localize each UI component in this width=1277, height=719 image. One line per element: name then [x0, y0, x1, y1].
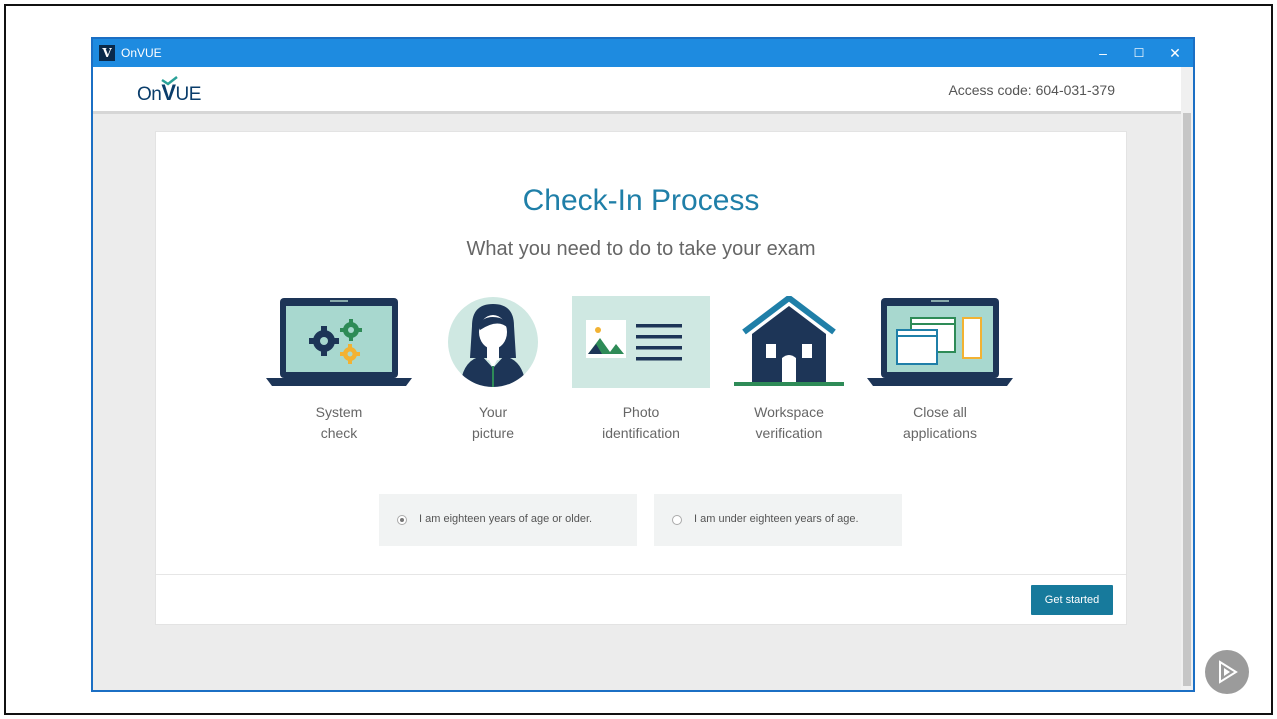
step-label-line1: Workspace [754, 404, 824, 420]
step-close-all-applications: Close all applications [865, 296, 1015, 444]
card-footer-divider [156, 574, 1126, 575]
photo-id-icon [572, 296, 710, 388]
get-started-button[interactable]: Get started [1031, 585, 1113, 615]
onvue-window: V OnVUE – ☐ ✕ OnV UE Access code: 604-031… [91, 37, 1195, 692]
step-label-line2: picture [471, 425, 515, 441]
title-bar[interactable]: V OnVUE – ☐ ✕ [93, 39, 1193, 67]
step-system-check: System check [264, 296, 414, 444]
your-picture-icon [448, 297, 538, 387]
logo-v: V [161, 76, 179, 105]
scrollbar-thumb[interactable] [1183, 113, 1191, 686]
window-title: OnVUE [121, 46, 162, 60]
step-photo-identification: Photo identification [566, 296, 716, 444]
step-workspace-verification: Workspace verification [714, 296, 864, 444]
step-label-line2: verification [755, 425, 823, 441]
step-label-line2: applications [903, 425, 977, 441]
close-apps-icon [867, 298, 1013, 386]
system-check-icon [266, 298, 412, 386]
age-option-minor-label[interactable]: I am under eighteen years of age. [694, 513, 859, 525]
onvue-logo: OnV UE [137, 76, 202, 106]
age-option-adult[interactable]: I am eighteen years of age or older. [379, 494, 637, 546]
maximize-button[interactable]: ☐ [1121, 39, 1157, 67]
step-your-picture: Your picture [418, 296, 568, 444]
checkin-card: Check-In Process What you need to do to … [155, 131, 1127, 625]
app-icon: V [99, 45, 115, 61]
logo-check-icon [161, 76, 179, 86]
logo-prefix: On [137, 84, 162, 105]
step-label-line1: Photo [622, 404, 660, 420]
close-button[interactable]: ✕ [1157, 39, 1193, 67]
access-code: Access code: 604-031-379 [948, 82, 1115, 98]
step-label-line2: check [320, 425, 358, 441]
step-label-line1: System [315, 404, 363, 420]
app-header: OnV UE Access code: 604-031-379 [93, 67, 1183, 114]
minimize-button[interactable]: – [1085, 39, 1121, 67]
page-subtitle: What you need to do to take your exam [466, 238, 816, 260]
age-option-adult-label[interactable]: I am eighteen years of age or older. [419, 513, 592, 525]
step-label-line1: Your [478, 404, 508, 420]
vertical-scrollbar[interactable] [1181, 67, 1193, 690]
radio-button-adult[interactable] [397, 515, 407, 525]
step-label-line1: Close all [913, 404, 967, 420]
page-title: Check-In Process [522, 184, 760, 217]
age-option-minor[interactable]: I am under eighteen years of age. [654, 494, 902, 546]
logo-suffix: UE [175, 84, 202, 105]
step-label-line2: identification [602, 425, 680, 441]
radio-button-minor[interactable] [672, 515, 682, 525]
play-icon [1205, 650, 1249, 694]
workspace-icon [734, 296, 844, 386]
play-icon-glyph [1219, 660, 1238, 684]
